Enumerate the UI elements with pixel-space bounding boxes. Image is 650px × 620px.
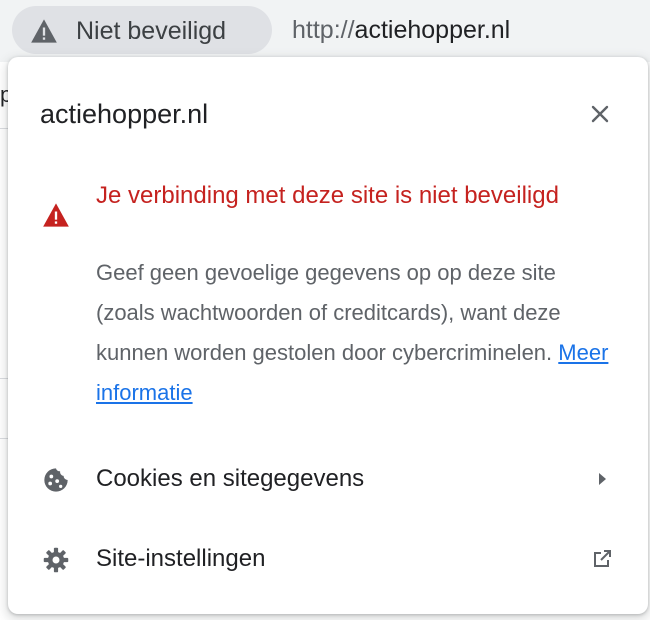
security-chip[interactable]: Niet beveiligd [12, 6, 272, 54]
url-scheme: http:// [292, 16, 355, 44]
close-icon [591, 105, 609, 123]
address-bar: Niet beveiligd http://actiehopper.nl [0, 0, 650, 62]
popup-title: actiehopper.nl [40, 99, 209, 129]
cookies-row[interactable]: Cookies en sitegegevens [8, 447, 648, 511]
warning-triangle-icon [31, 19, 57, 43]
open-in-new-icon [594, 550, 611, 567]
warning-description: Geef geen gevoelige gegevens op op deze … [96, 253, 616, 413]
arrow-right-icon [599, 473, 606, 485]
site-settings-row-label: Site-instellingen [96, 545, 266, 572]
cookie-icon [44, 468, 68, 492]
cookies-row-label: Cookies en sitegegevens [96, 465, 365, 492]
url-text[interactable]: http://actiehopper.nl [292, 14, 510, 46]
warning-title: Je verbinding met deze site is niet beve… [96, 182, 559, 209]
close-button[interactable] [583, 97, 617, 131]
warning-body-text: Geef geen gevoelige gegevens op op deze … [96, 260, 561, 365]
gear-icon [43, 547, 69, 573]
warning-triangle-icon [43, 203, 69, 227]
security-chip-label: Niet beveiligd [76, 17, 227, 45]
site-settings-row[interactable]: Site-instellingen [8, 527, 648, 591]
url-host: actiehopper.nl [354, 16, 511, 44]
site-info-popup: actiehopper.nl Je verbinding met deze si… [8, 57, 648, 614]
